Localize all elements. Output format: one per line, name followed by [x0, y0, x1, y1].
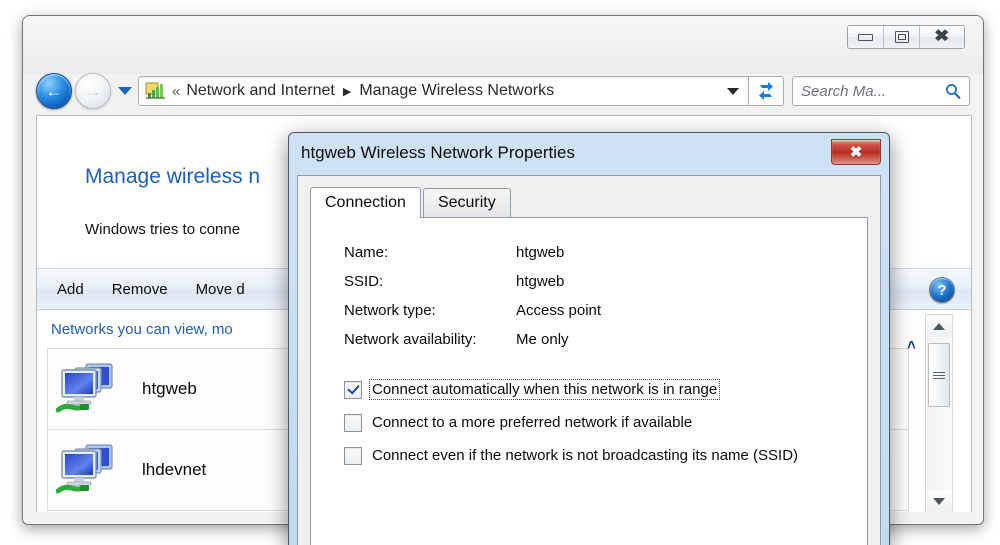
breadcrumb-segment-manage-wireless-networks[interactable]: Manage Wireless Networks: [359, 82, 554, 100]
dialog-frame-right: [881, 175, 889, 545]
help-button[interactable]: ?: [929, 277, 955, 303]
address-bar-row: ← → « Network and Internet ▶ Manage Wire…: [36, 73, 970, 109]
tab-panel-connection: Name: htgweb SSID: htgweb Network type: …: [310, 217, 868, 545]
tab-connection[interactable]: Connection: [310, 187, 421, 218]
field-value-ssid: htgweb: [516, 273, 565, 290]
dialog-titlebar: htgweb Wireless Network Properties ✖: [289, 133, 889, 175]
vertical-scrollbar[interactable]: [925, 314, 953, 512]
close-icon: ✖: [934, 28, 950, 45]
breadcrumb-overflow-icon[interactable]: «: [172, 83, 180, 100]
list-item-label: htgweb: [142, 379, 197, 398]
search-input[interactable]: Search Ma...: [801, 83, 945, 100]
refresh-icon: [759, 82, 773, 100]
field-label-network-availability: Network availability:: [344, 331, 477, 348]
toolbar-button-add[interactable]: Add: [43, 281, 98, 298]
wireless-network-properties-dialog: htgweb Wireless Network Properties ✖ Con…: [288, 132, 890, 545]
checkbox-connect-automatically[interactable]: [344, 380, 362, 399]
search-icon: [946, 84, 961, 99]
tab-security[interactable]: Security: [422, 188, 511, 217]
arrow-left-icon: ←: [45, 81, 63, 101]
dialog-body: Connection Security Name: htgweb SSID: h…: [297, 175, 881, 545]
wireless-network-icon: [55, 439, 130, 501]
history-dropdown-icon[interactable]: [118, 87, 132, 95]
network-list-header: Networks you can view, mo: [51, 321, 233, 338]
arrow-right-icon: →: [84, 81, 102, 101]
refresh-button[interactable]: [749, 76, 784, 106]
field-label-network-type: Network type:: [344, 302, 436, 319]
scroll-up-arrow-icon: [933, 322, 945, 330]
window-titlebar-glass: [23, 16, 983, 74]
field-row-network-availability: Network availability: Me only: [344, 331, 601, 348]
scroll-down-arrow-icon: [933, 497, 945, 505]
maximize-button[interactable]: [884, 26, 920, 48]
checkbox-connect-preferred[interactable]: [344, 413, 362, 432]
field-row-name: Name: htgweb: [344, 244, 601, 261]
checkbox-row-connect-automatically[interactable]: Connect automatically when this network …: [344, 373, 855, 406]
checkbox-row-connect-preferred[interactable]: Connect to a more preferred network if a…: [344, 406, 855, 439]
dialog-frame-left: [289, 175, 297, 545]
address-dropdown-icon[interactable]: [727, 87, 739, 95]
field-label-name: Name:: [344, 244, 389, 261]
window-controls: ✖: [847, 25, 965, 49]
scroll-down-button[interactable]: [926, 490, 952, 512]
dialog-tabstrip: Connection Security: [310, 187, 868, 218]
field-row-ssid: SSID: htgweb: [344, 273, 601, 290]
minimize-button[interactable]: [848, 26, 884, 48]
field-value-name: htgweb: [516, 244, 565, 261]
field-row-network-type: Network type: Access point: [344, 302, 601, 319]
toolbar-button-remove[interactable]: Remove: [98, 281, 182, 298]
page-title: Manage wireless n: [85, 165, 261, 188]
toolbar-button-move-down[interactable]: Move d: [182, 281, 259, 298]
field-value-network-type: Access point: [516, 302, 602, 319]
scrollbar-thumb[interactable]: [928, 343, 950, 407]
grip-icon: [933, 370, 945, 381]
address-bar[interactable]: « Network and Internet ▶ Manage Wireless…: [138, 76, 749, 106]
dialog-close-button[interactable]: ✖: [831, 139, 881, 165]
breadcrumb-segment-network-and-internet[interactable]: Network and Internet: [186, 82, 335, 100]
search-box[interactable]: Search Ma...: [792, 76, 970, 106]
network-signal-icon: [145, 81, 167, 101]
field-value-network-availability: Me only: [516, 331, 569, 348]
chevron-up-icon[interactable]: ˄: [907, 338, 916, 353]
checkbox-label-connect-preferred[interactable]: Connect to a more preferred network if a…: [370, 413, 694, 432]
forward-button[interactable]: →: [75, 73, 111, 109]
network-properties-fields: Name: htgweb SSID: htgweb Network type: …: [344, 244, 601, 360]
list-item-label: lhdevnet: [142, 460, 207, 479]
field-label-ssid: SSID:: [344, 273, 384, 290]
checkbox-label-connect-automatically[interactable]: Connect automatically when this network …: [368, 379, 721, 400]
maximize-icon: [894, 31, 909, 43]
close-button[interactable]: ✖: [920, 26, 964, 48]
minimize-icon: [858, 33, 873, 41]
page-subtitle: Windows tries to conne: [85, 221, 241, 238]
screen: ✖ ← → « Network and Internet ▶ Manage Wi…: [0, 0, 1000, 545]
breadcrumb-separator-icon[interactable]: ▶: [343, 85, 351, 98]
back-button[interactable]: ←: [36, 73, 72, 109]
checkbox-connect-non-broadcast[interactable]: [344, 446, 362, 465]
checkbox-label-connect-non-broadcast[interactable]: Connect even if the network is not broad…: [370, 446, 800, 465]
connection-options: Connect automatically when this network …: [344, 373, 855, 472]
checkbox-row-connect-non-broadcast[interactable]: Connect even if the network is not broad…: [344, 439, 855, 472]
dialog-title: htgweb Wireless Network Properties: [301, 143, 575, 162]
scroll-up-button[interactable]: [926, 315, 952, 337]
wireless-network-icon: [55, 358, 130, 420]
